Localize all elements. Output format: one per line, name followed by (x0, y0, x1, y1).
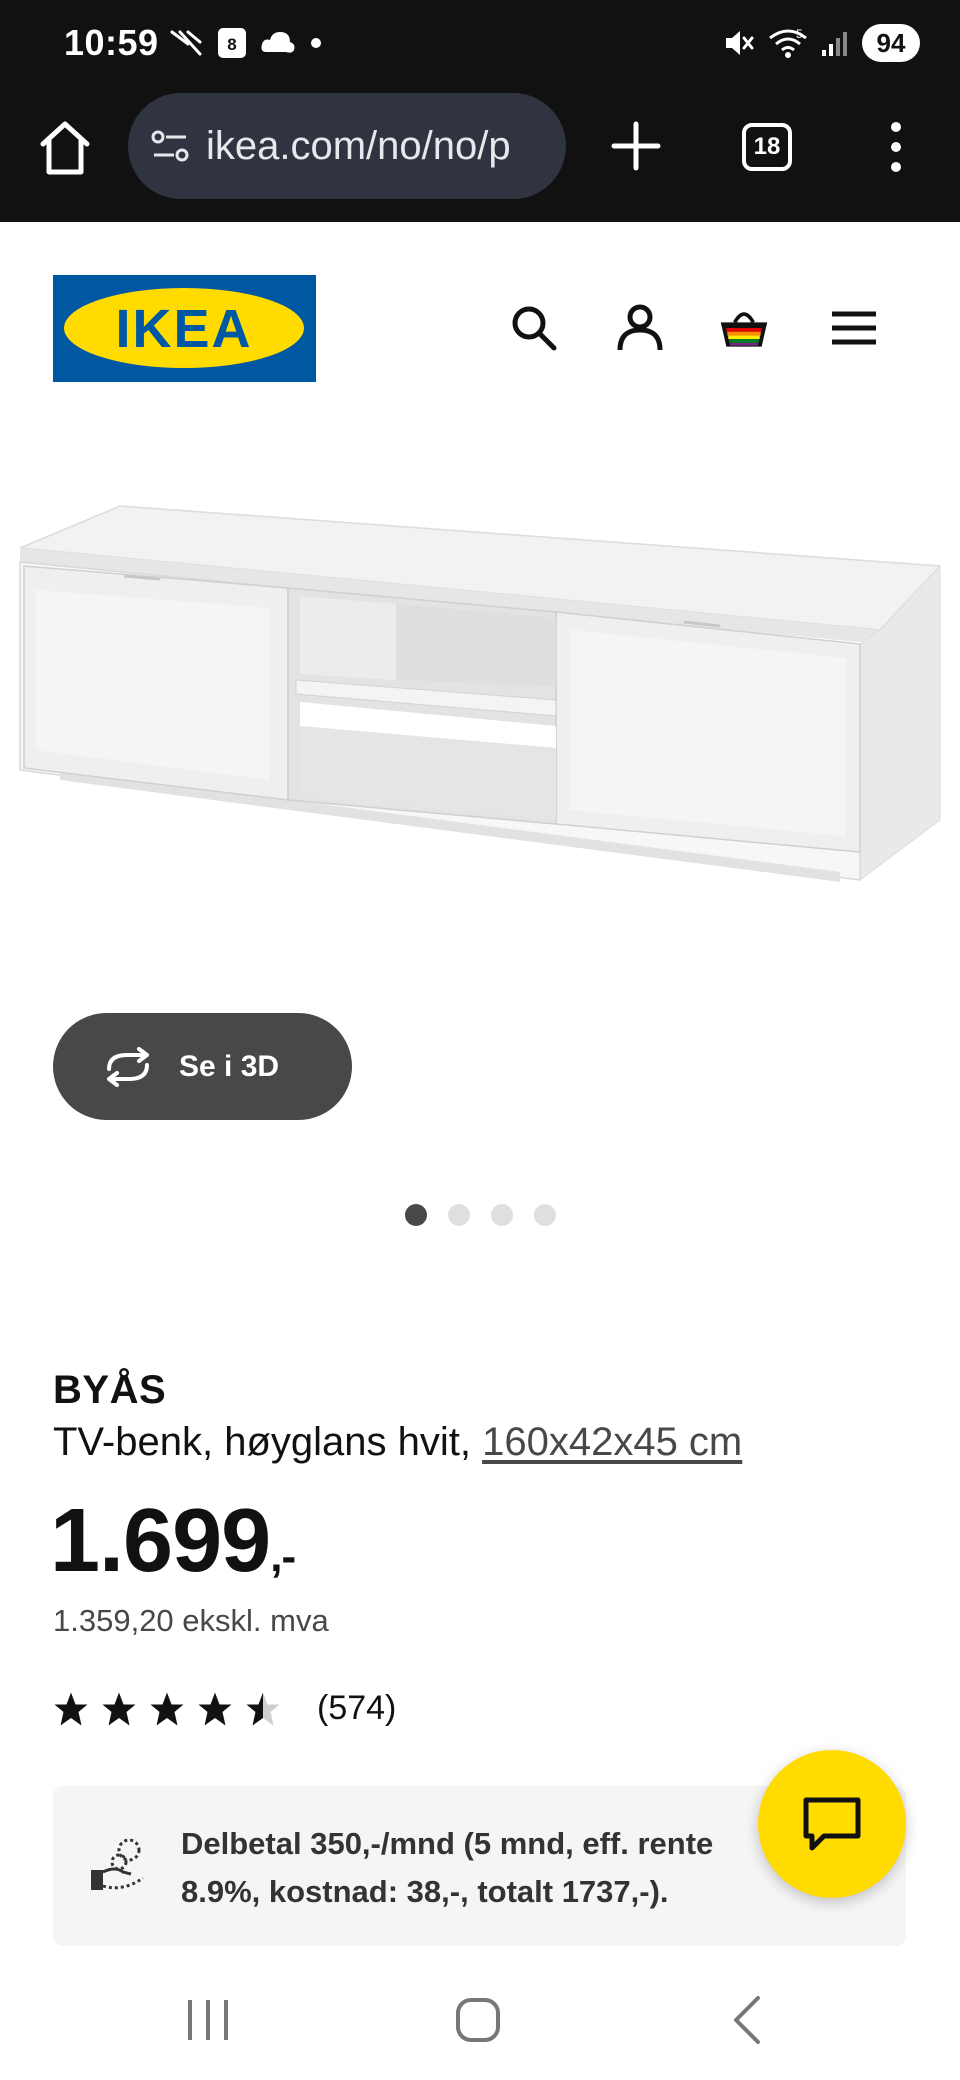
carousel-dot[interactable] (490, 1204, 513, 1226)
product-description: TV-benk, høyglans hvit, 160x42x45 cm (53, 1420, 742, 1465)
system-navigation-bar (0, 1960, 960, 2080)
battery-indicator: 94 (862, 24, 920, 62)
calendar-icon: 8 (218, 28, 246, 58)
price-suffix: ,- (270, 1532, 296, 1581)
rotate-3d-icon (107, 1046, 149, 1087)
clock: 10:59 (64, 22, 159, 63)
cloud-icon (261, 32, 295, 53)
price-excluding-vat: 1.359,20 ekskl. mva (53, 1603, 329, 1638)
site-settings-icon[interactable] (150, 128, 190, 164)
battery-level: 94 (876, 27, 906, 58)
account-icon[interactable] (614, 302, 666, 354)
star-full-icon (102, 1692, 136, 1725)
mute-icon (726, 31, 754, 55)
messenger-notification-icon (170, 30, 202, 56)
svg-text:IKEA: IKEA (115, 299, 252, 359)
view-in-3d-label: Se i 3D (179, 1049, 280, 1083)
product-size-link[interactable]: 160x42x45 cm (482, 1420, 742, 1464)
payment-hand-icon (91, 1838, 144, 1890)
notification-icons: 8 (170, 28, 322, 58)
status-bar: 10:59 8 5 94 (0, 0, 960, 90)
star-half-icon (246, 1692, 280, 1725)
product-image[interactable] (0, 480, 960, 910)
address-bar[interactable]: ikea.com/no/no/p (128, 93, 566, 199)
system-icons: 5 94 (722, 24, 920, 62)
recent-apps-icon[interactable] (176, 1988, 240, 2052)
installment-text: Delbetal 350,-/mnd (5 mnd, eff. rente 8.… (181, 1826, 714, 1909)
svg-text:5: 5 (796, 27, 803, 41)
chat-button[interactable] (758, 1750, 906, 1898)
site-header: IKEA (0, 222, 960, 392)
star-full-icon (198, 1692, 232, 1725)
new-tab-icon[interactable] (608, 118, 664, 174)
view-in-3d-button[interactable]: Se i 3D (53, 1013, 352, 1120)
more-notifications-dot-icon (311, 38, 321, 48)
cellular-signal-icon (822, 32, 847, 56)
search-icon[interactable] (508, 302, 560, 354)
carousel-dot[interactable] (404, 1204, 427, 1226)
ikea-logo-mark: IKEA (53, 275, 316, 382)
star-full-icon (150, 1692, 184, 1725)
tab-switcher-button[interactable]: 18 (742, 123, 792, 171)
ikea-logo[interactable]: IKEA (53, 275, 316, 382)
home-button-icon[interactable] (446, 1988, 510, 2052)
chat-icon (803, 1797, 861, 1851)
product-price: 1.699,- (50, 1490, 296, 1593)
product-rating[interactable]: (574) (53, 1689, 396, 1728)
carousel-dot[interactable] (447, 1204, 470, 1226)
carousel-dot[interactable] (533, 1204, 556, 1226)
browser-toolbar: ikea.com/no/no/p 18 (0, 90, 960, 222)
price-value: 1.699 (50, 1491, 271, 1591)
tab-count: 18 (753, 133, 781, 160)
url-text: ikea.com/no/no/p (206, 123, 511, 168)
overflow-menu-icon[interactable] (880, 120, 912, 174)
wifi-icon: 5 (769, 27, 807, 58)
shopping-bag-icon[interactable] (718, 302, 770, 354)
star-full-icon (54, 1692, 88, 1725)
home-icon[interactable] (38, 118, 92, 178)
product-name: BYÅS (53, 1368, 167, 1412)
hamburger-menu-icon[interactable] (828, 302, 880, 354)
review-count: (574) (317, 1689, 397, 1727)
image-carousel-dots (0, 1204, 960, 1226)
back-icon[interactable] (716, 1988, 780, 2052)
calendar-day: 8 (227, 34, 237, 54)
product-type: TV-benk, høyglans hvit, (53, 1420, 483, 1464)
